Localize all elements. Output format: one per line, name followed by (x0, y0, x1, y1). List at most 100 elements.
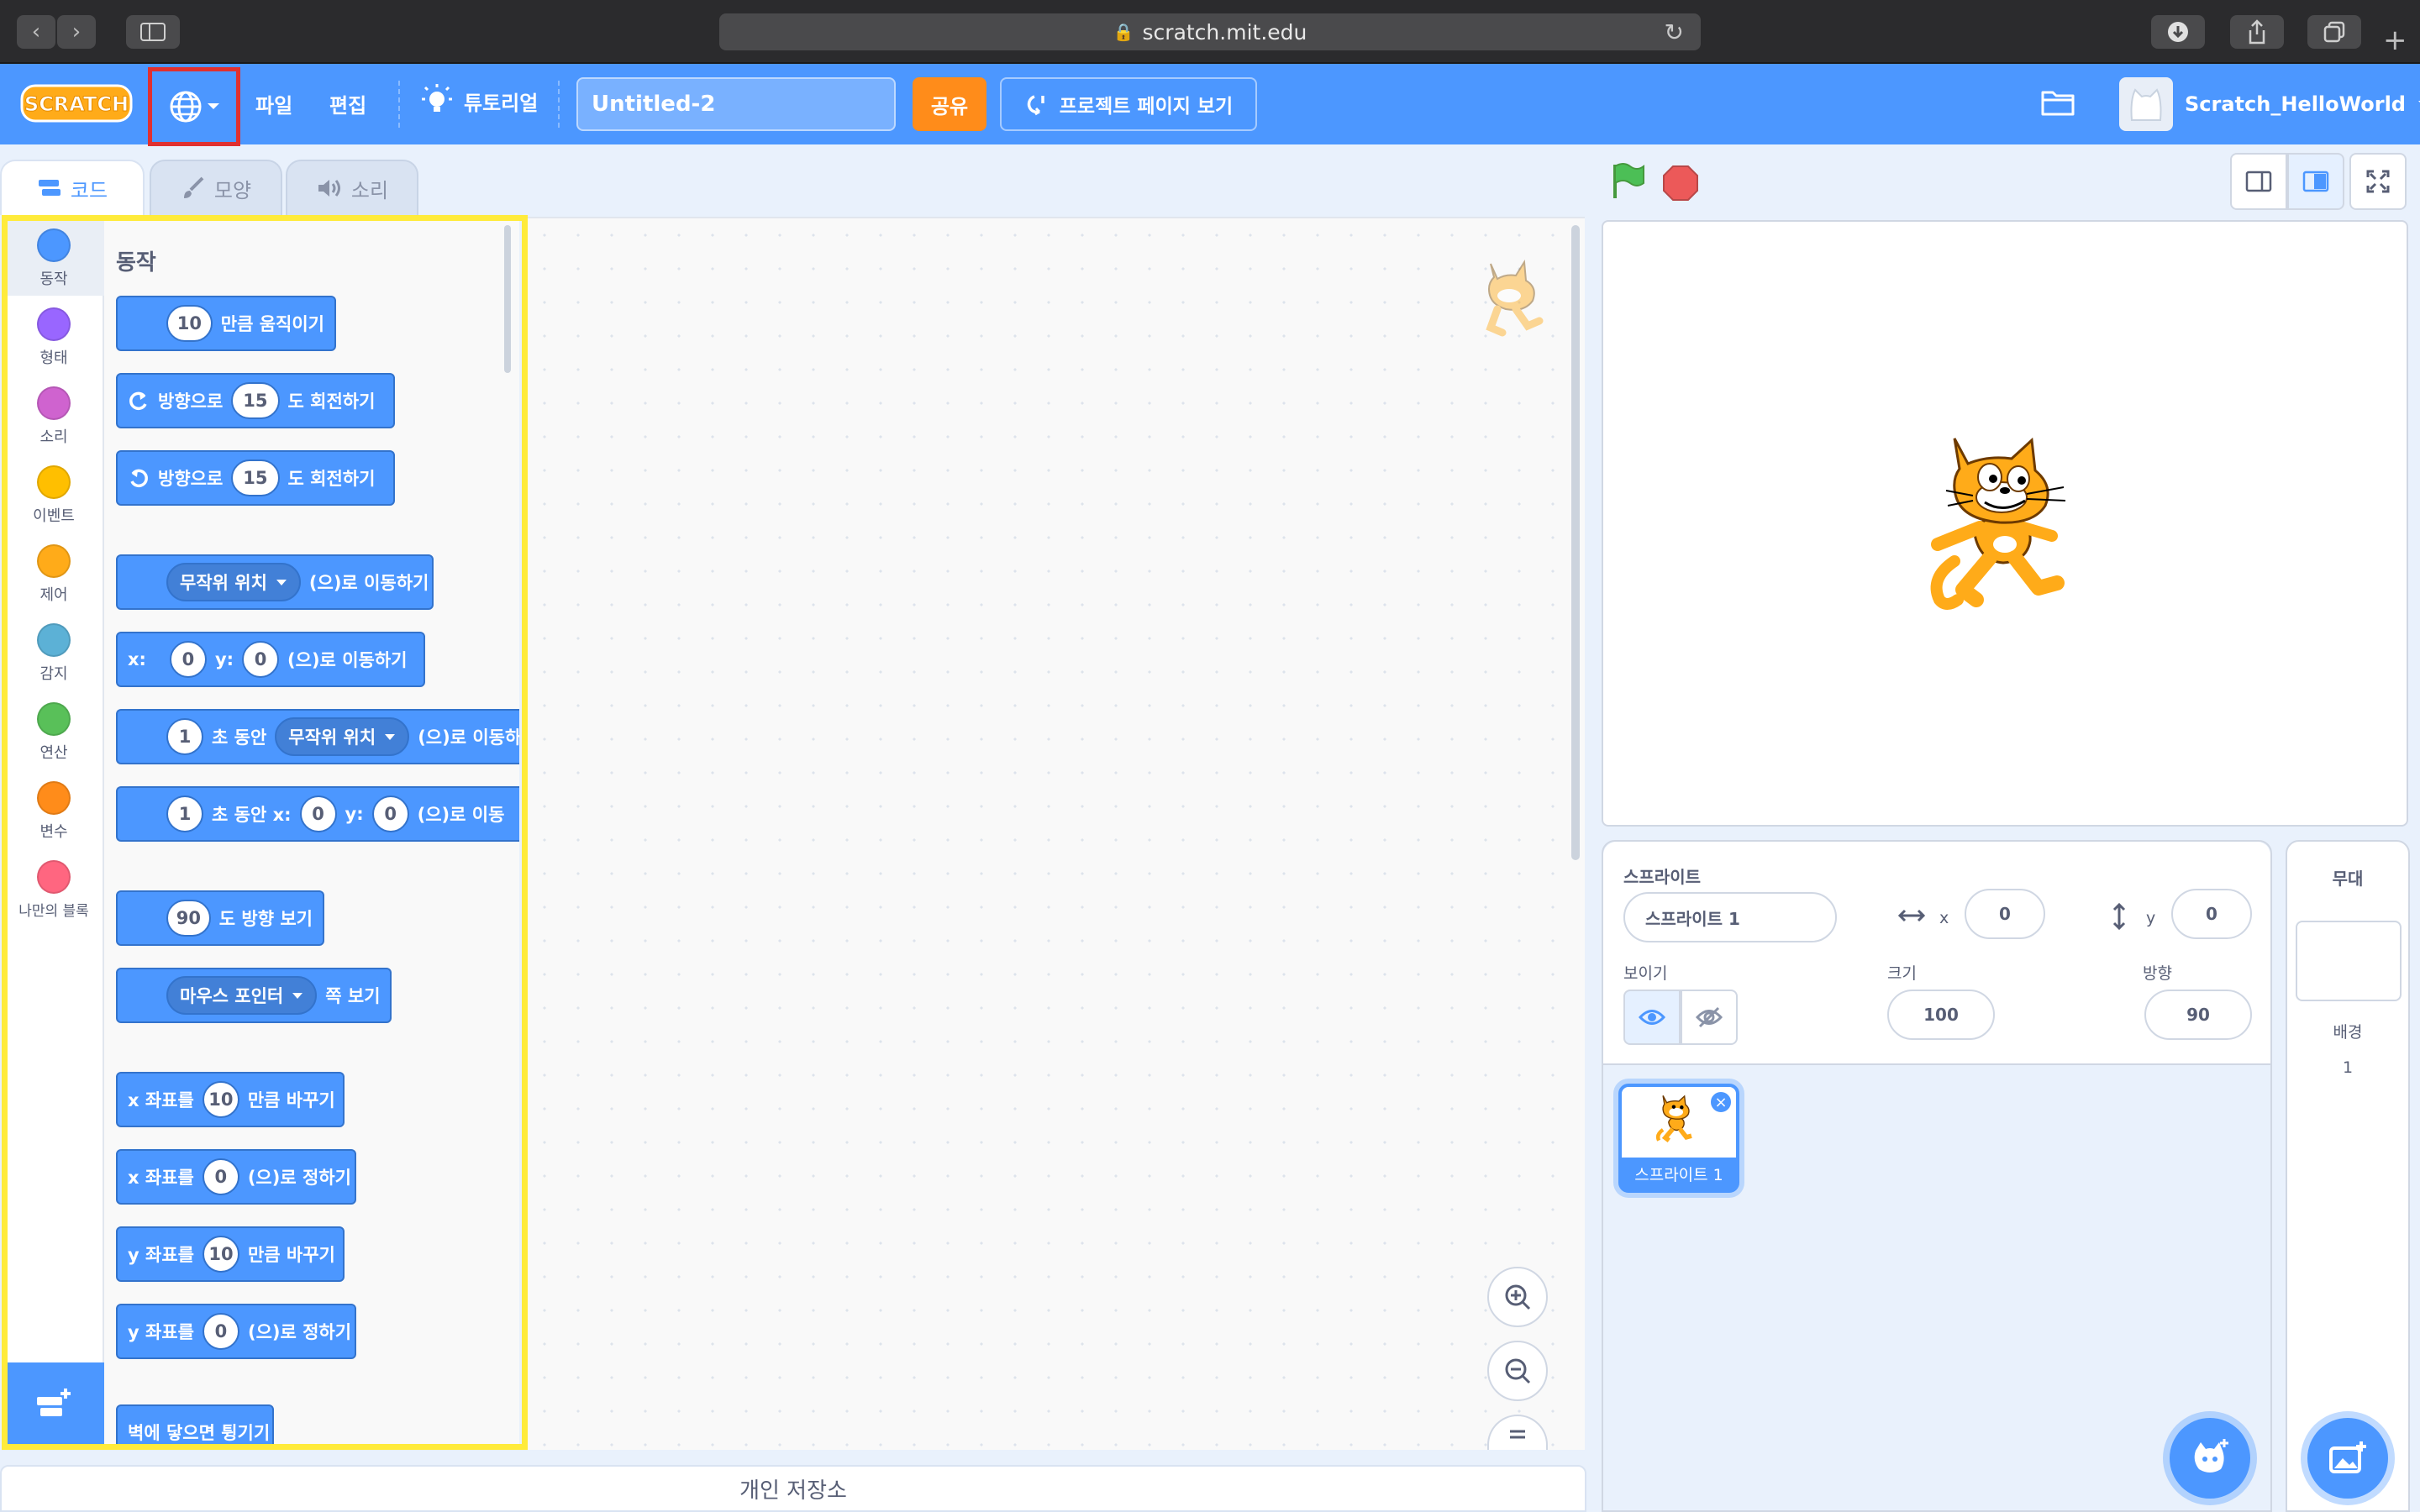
file-menu[interactable]: 파일 (255, 89, 292, 118)
tab-sounds[interactable]: 소리 (286, 160, 418, 215)
share-sheet-button[interactable] (2230, 15, 2284, 49)
block-input[interactable]: 0 (242, 641, 280, 678)
direction-input[interactable]: 90 (2144, 990, 2252, 1040)
block-input[interactable]: 0 (202, 1313, 239, 1350)
category-operators[interactable]: 연산 (3, 690, 104, 769)
block-set-y[interactable]: y 좌표를 0 (으)로 정하기 (116, 1304, 356, 1359)
script-area-scrollbar[interactable] (1571, 225, 1580, 860)
block-go-to[interactable]: 무작위 위치 (으)로 이동하기 (116, 554, 434, 610)
category-dot-icon (37, 781, 71, 815)
code-blocks-icon (38, 180, 60, 196)
sprite-name-input[interactable]: 스프라이트 1 (1623, 892, 1837, 942)
add-extension-button[interactable] (3, 1362, 104, 1445)
back-button[interactable]: ‹ (17, 15, 55, 49)
backdrop-thumbnail[interactable] (2296, 921, 2402, 1001)
block-text: (으)로 이동하 (418, 727, 519, 748)
stage-canvas[interactable] (1602, 220, 2408, 827)
category-events[interactable]: 이벤트 (3, 454, 104, 533)
delete-sprite-close-icon[interactable]: × (1709, 1090, 1733, 1114)
large-stage-button[interactable] (2287, 153, 2344, 210)
script-area[interactable] (528, 217, 1585, 1450)
sprite-list-item[interactable]: × 스프라이트 1 (1618, 1084, 1739, 1193)
block-text: 만큼 바꾸기 (247, 1245, 335, 1265)
block-glide-to[interactable]: 1 초 동안 무작위 위치 (으)로 이동하 (116, 709, 519, 764)
tab-code[interactable]: 코드 (0, 160, 145, 215)
category-label: 제어 (39, 586, 68, 604)
tabs-icon (2323, 21, 2345, 43)
block-text: 도 회전하기 (287, 391, 376, 412)
block-dropdown[interactable]: 마우스 포인터 (166, 976, 318, 1015)
edit-menu[interactable]: 편집 (329, 89, 366, 118)
block-dropdown[interactable]: 무작위 위치 (166, 563, 301, 601)
new-tab-button[interactable]: + (2383, 24, 2407, 57)
my-stuff-folder-icon[interactable] (2040, 87, 2075, 118)
url-bar[interactable]: 🔒 scratch.mit.edu ↻ (719, 13, 1701, 50)
category-control[interactable]: 제어 (3, 533, 104, 612)
backpack-header[interactable]: 개인 저장소 (0, 1465, 1586, 1512)
block-input[interactable]: 1 (166, 795, 203, 832)
language-menu-button[interactable] (148, 67, 240, 146)
block-dropdown[interactable]: 무작위 위치 (275, 717, 410, 756)
choose-backdrop-button[interactable] (2307, 1418, 2388, 1499)
block-input[interactable]: 0 (202, 1158, 239, 1195)
category-motion[interactable]: 동작 (3, 217, 104, 296)
small-stage-button[interactable] (2230, 153, 2287, 210)
block-input[interactable]: 0 (299, 795, 337, 832)
category-my-blocks[interactable]: 나만의 블록 (3, 848, 104, 927)
y-input[interactable]: 0 (2171, 889, 2252, 939)
x-input[interactable]: 0 (1965, 889, 2045, 939)
block-input[interactable]: 10 (202, 1236, 239, 1273)
reload-icon[interactable]: ↻ (1665, 18, 1684, 46)
see-project-page-button[interactable]: 프로젝트 페이지 보기 (1000, 77, 1257, 131)
show-sprite-button[interactable] (1623, 990, 1681, 1045)
block-turn-left[interactable]: 방향으로 15 도 회전하기 (116, 450, 395, 506)
category-label: 이벤트 (33, 507, 75, 525)
project-title-input[interactable]: Untitled-2 (576, 77, 896, 131)
block-point-in-direction[interactable]: 90 도 방향 보기 (116, 890, 324, 946)
block-go-to-xy[interactable]: x: 0 y: 0 (으)로 이동하기 (116, 632, 425, 687)
block-input[interactable]: 0 (371, 795, 409, 832)
choose-sprite-button[interactable] (2170, 1418, 2250, 1499)
block-point-towards[interactable]: 마우스 포인터 쪽 보기 (116, 968, 392, 1023)
zoom-in-button[interactable] (1487, 1267, 1548, 1327)
hide-sprite-button[interactable] (1681, 990, 1738, 1045)
category-label: 감지 (39, 665, 68, 683)
category-sensing[interactable]: 감지 (3, 612, 104, 690)
fullscreen-button[interactable] (2349, 153, 2407, 210)
block-input[interactable]: 15 (231, 459, 280, 496)
x-arrows-icon (1897, 909, 1926, 922)
block-input[interactable]: 15 (231, 382, 280, 419)
zoom-out-button[interactable] (1487, 1341, 1548, 1401)
block-change-y[interactable]: y 좌표를 10 만큼 바꾸기 (116, 1226, 345, 1282)
share-button[interactable]: 공유 (913, 77, 986, 131)
account-menu[interactable]: Scratch_HelloWorld (2119, 74, 2420, 134)
stage-selector[interactable]: 무대 배경 1 (2286, 840, 2410, 1512)
green-flag-icon[interactable] (1608, 161, 1647, 200)
block-turn-right[interactable]: 방향으로 15 도 회전하기 (116, 373, 395, 428)
block-move-steps[interactable]: 10 만큼 움직이기 (116, 296, 336, 351)
scratch-logo[interactable]: SCRATCH (20, 82, 133, 124)
block-input[interactable]: 10 (202, 1081, 239, 1118)
size-input[interactable]: 100 (1887, 990, 1995, 1040)
category-variables[interactable]: 변수 (3, 769, 104, 848)
downloads-button[interactable] (2151, 15, 2205, 49)
scratch-cat-sprite[interactable] (1921, 435, 2102, 615)
sidebar-toggle-button[interactable] (126, 15, 180, 49)
category-looks[interactable]: 형태 (3, 296, 104, 375)
stop-icon[interactable] (1662, 165, 1699, 202)
block-text: y: (214, 649, 234, 669)
palette-scrollbar[interactable] (504, 225, 511, 373)
block-set-x[interactable]: x 좌표를 0 (으)로 정하기 (116, 1149, 356, 1205)
block-bounce-on-edge[interactable]: 벽에 닿으면 튕기기 (116, 1404, 274, 1445)
forward-button[interactable]: › (57, 15, 96, 49)
tutorials-menu[interactable]: 튜토리얼 (420, 82, 538, 119)
category-sound[interactable]: 소리 (3, 375, 104, 454)
block-input[interactable]: 1 (166, 718, 203, 755)
block-input[interactable]: 10 (166, 305, 213, 342)
block-input[interactable]: 0 (169, 641, 207, 678)
tab-costumes[interactable]: 모양 (150, 160, 282, 215)
tabs-overview-button[interactable] (2307, 15, 2361, 49)
block-change-x[interactable]: x 좌표를 10 만큼 바꾸기 (116, 1072, 345, 1127)
block-input[interactable]: 90 (166, 900, 211, 937)
block-glide-to-xy[interactable]: 1 초 동안 x: 0 y: 0 (으)로 이동 (116, 786, 519, 842)
